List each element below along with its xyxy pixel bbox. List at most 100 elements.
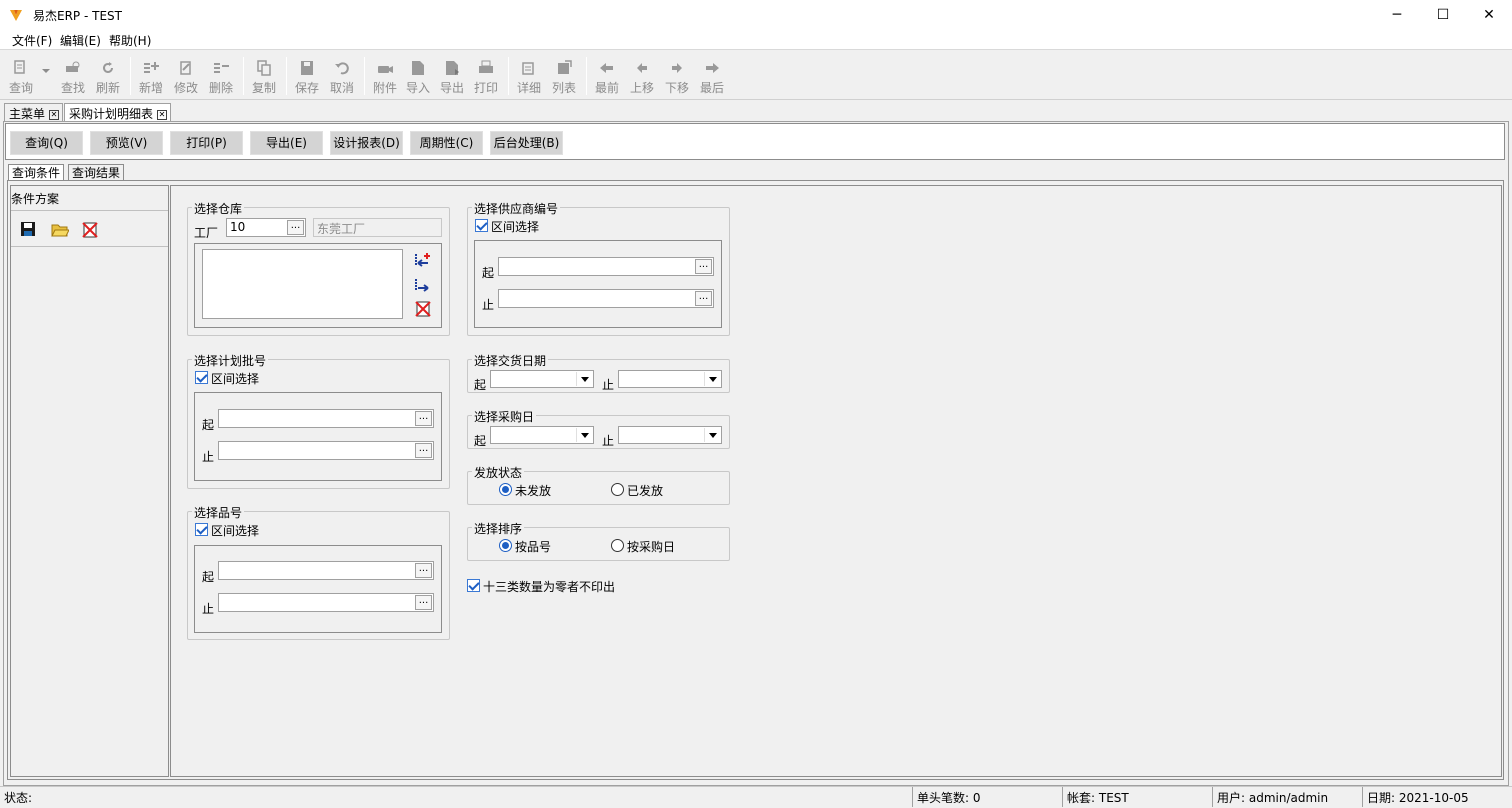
print-button[interactable]: 打印(P) bbox=[170, 131, 243, 155]
purchase-date-from-label: 起 bbox=[474, 434, 487, 448]
add-icon bbox=[144, 62, 159, 73]
toolbar-last-button[interactable]: 最后 bbox=[695, 58, 729, 98]
attachment-icon bbox=[378, 66, 393, 73]
add-warehouse-icon[interactable] bbox=[414, 252, 432, 268]
supplier-to-browse-button[interactable]: ... bbox=[695, 291, 712, 306]
tab-close-icon[interactable]: ✕ bbox=[157, 110, 168, 120]
toolbar-list-button[interactable]: 列表 bbox=[547, 58, 581, 98]
release-status-released-label: 已发放 bbox=[627, 484, 664, 498]
item-no-to-browse-button[interactable]: ... bbox=[415, 595, 432, 610]
next-icon bbox=[672, 63, 682, 73]
factory-browse-button[interactable]: ... bbox=[287, 220, 304, 235]
delivery-date-to-picker[interactable] bbox=[618, 370, 722, 388]
delete-plan-icon[interactable] bbox=[81, 221, 99, 239]
sort-group-title: 选择排序 bbox=[472, 520, 525, 537]
sort-by-purchase-date-radio[interactable] bbox=[611, 539, 624, 552]
supplier-from-browse-button[interactable]: ... bbox=[695, 259, 712, 274]
plan-batch-group-title: 选择计划批号 bbox=[192, 352, 269, 369]
item-no-from-field[interactable]: ... bbox=[218, 561, 434, 580]
menu-edit[interactable]: 编辑(E) bbox=[60, 32, 101, 49]
document-tab-bar: 主菜单 ✕ 采购计划明细表 ✕ bbox=[0, 101, 1512, 121]
toolbar-copy-button[interactable]: 复制 bbox=[247, 58, 281, 98]
save-plan-icon[interactable] bbox=[20, 221, 36, 237]
toolbar-add-button[interactable]: 新增 bbox=[134, 58, 168, 98]
toolbar-import-button[interactable]: 导入 bbox=[401, 58, 435, 98]
plan-batch-from-field[interactable]: ... bbox=[218, 409, 434, 428]
toolbar-delete-button[interactable]: 删除 bbox=[204, 58, 238, 98]
tab-purchase-plan-detail[interactable]: 采购计划明细表 ✕ bbox=[64, 103, 172, 121]
warehouse-listbox[interactable] bbox=[202, 249, 403, 319]
toolbar-find-button[interactable]: 查找 bbox=[56, 58, 90, 98]
sort-by-item-label: 按品号 bbox=[515, 540, 552, 554]
query-button[interactable]: 查询(Q) bbox=[10, 131, 83, 155]
chevron-down-icon[interactable] bbox=[576, 372, 592, 386]
supplier-from-field[interactable]: ... bbox=[498, 257, 714, 276]
prev-icon bbox=[637, 63, 647, 73]
maximize-button[interactable]: ☐ bbox=[1420, 0, 1466, 30]
release-status-unreleased-radio[interactable] bbox=[499, 483, 512, 496]
first-icon bbox=[600, 63, 613, 73]
toolbar-first-button[interactable]: 最前 bbox=[590, 58, 624, 98]
minimize-button[interactable]: ─ bbox=[1374, 0, 1420, 30]
menu-help[interactable]: 帮助(H) bbox=[109, 32, 151, 49]
toolbar-edit-button[interactable]: 修改 bbox=[169, 58, 203, 98]
plan-batch-range-label: 区间选择 bbox=[211, 372, 260, 386]
toolbar-export-button[interactable]: 导出 bbox=[435, 58, 469, 98]
tab-query-conditions[interactable]: 查询条件 bbox=[8, 164, 65, 181]
item-no-range-checkbox[interactable] bbox=[195, 523, 208, 536]
item-no-to-field[interactable]: ... bbox=[218, 593, 434, 612]
find-icon bbox=[66, 61, 80, 72]
plan-batch-from-browse-button[interactable]: ... bbox=[415, 411, 432, 426]
user-info: 用户: admin/admin bbox=[1212, 787, 1362, 807]
toolbar-prev-button[interactable]: 上移 bbox=[625, 58, 659, 98]
supplier-range-checkbox[interactable] bbox=[475, 219, 488, 232]
toolbar-refresh-button[interactable]: 刷新 bbox=[91, 58, 125, 98]
toolbar-print-button[interactable]: 打印 bbox=[469, 58, 503, 98]
toolbar-query-button[interactable]: 查询 bbox=[4, 58, 38, 98]
tab-close-icon[interactable]: ✕ bbox=[49, 110, 60, 120]
export-button[interactable]: 导出(E) bbox=[250, 131, 323, 155]
maximize-icon: ☐ bbox=[1436, 7, 1450, 23]
query-icon bbox=[14, 60, 25, 74]
header-count: 单头笔数: 0 bbox=[912, 787, 1062, 807]
warehouse-group-title: 选择仓库 bbox=[192, 200, 245, 217]
chevron-down-icon[interactable] bbox=[704, 428, 720, 442]
clear-warehouse-icon[interactable] bbox=[414, 300, 432, 318]
background-process-button[interactable]: 后台处理(B) bbox=[490, 131, 563, 155]
toolbar-cancel-button[interactable]: 取消 bbox=[325, 58, 359, 98]
remove-warehouse-icon[interactable] bbox=[414, 277, 432, 293]
menu-bar: 文件(F) 编辑(E) 帮助(H) bbox=[0, 30, 1512, 50]
item-no-from-browse-button[interactable]: ... bbox=[415, 563, 432, 578]
toolbar-attachment-button[interactable]: 附件 bbox=[368, 58, 402, 98]
title-bar bbox=[0, 0, 1512, 30]
periodic-button[interactable]: 周期性(C) bbox=[410, 131, 483, 155]
plan-batch-to-field[interactable]: ... bbox=[218, 441, 434, 460]
toolbar-save-button[interactable]: 保存 bbox=[290, 58, 324, 98]
condition-plan-toolbar bbox=[11, 210, 168, 247]
zero-quantity-checkbox[interactable] bbox=[467, 579, 480, 592]
delivery-date-from-picker[interactable] bbox=[490, 370, 594, 388]
toolbar-detail-button[interactable]: 详细 bbox=[512, 58, 546, 98]
sort-by-item-radio[interactable] bbox=[499, 539, 512, 552]
tab-query-results[interactable]: 查询结果 bbox=[68, 164, 125, 181]
preview-button[interactable]: 预览(V) bbox=[90, 131, 163, 155]
close-button[interactable]: ✕ bbox=[1466, 0, 1512, 30]
design-report-button[interactable]: 设计报表(D) bbox=[330, 131, 403, 155]
menu-file[interactable]: 文件(F) bbox=[12, 32, 52, 49]
toolbar-next-button[interactable]: 下移 bbox=[660, 58, 694, 98]
purchase-date-to-picker[interactable] bbox=[618, 426, 722, 444]
purchase-date-from-picker[interactable] bbox=[490, 426, 594, 444]
chevron-down-icon[interactable] bbox=[704, 372, 720, 386]
chevron-down-icon[interactable] bbox=[576, 428, 592, 442]
tab-main-menu[interactable]: 主菜单 ✕ bbox=[4, 103, 64, 121]
release-status-group-title: 发放状态 bbox=[472, 464, 525, 481]
open-plan-icon[interactable] bbox=[51, 223, 69, 237]
plan-batch-to-browse-button[interactable]: ... bbox=[415, 443, 432, 458]
query-dropdown-icon[interactable] bbox=[42, 69, 50, 73]
release-status-released-radio[interactable] bbox=[611, 483, 624, 496]
delete-icon bbox=[214, 63, 229, 73]
factory-code-field[interactable]: 10 ... bbox=[226, 218, 306, 237]
plan-batch-range-checkbox[interactable] bbox=[195, 371, 208, 384]
supplier-to-field[interactable]: ... bbox=[498, 289, 714, 308]
condition-plan-panel bbox=[10, 185, 169, 777]
